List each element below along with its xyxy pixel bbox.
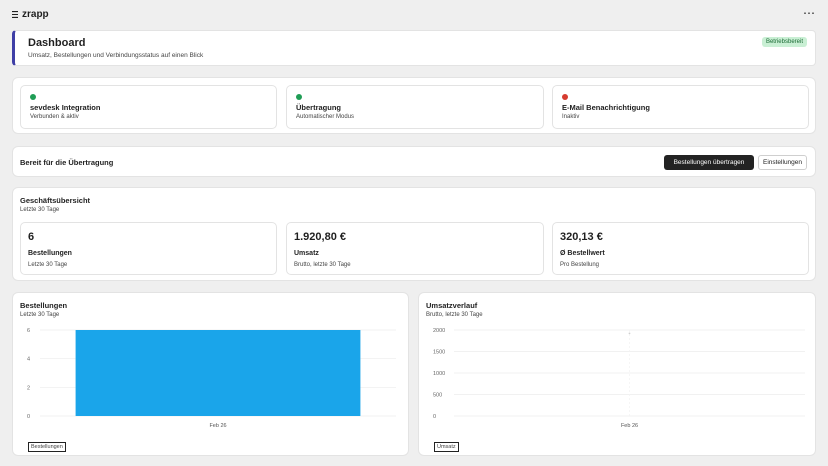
- status-card-sevdesk: sevdesk Integration Verbunden & aktiv: [20, 85, 277, 129]
- y-tick-label: 1000: [433, 371, 445, 377]
- y-tick-label: 0: [27, 414, 30, 420]
- kpi-subtitle: Pro Bestellung: [560, 262, 600, 268]
- page-header: Dashboard Umsatz, Bestellungen und Verbi…: [12, 30, 816, 66]
- transfer-label: Bereit für die Übertragung: [20, 158, 114, 167]
- kpi-label: Ø Bestellwert: [560, 250, 605, 257]
- y-tick-label: 1500: [433, 350, 445, 356]
- status-dot: [296, 94, 302, 100]
- x-tick-label: Feb 26: [209, 423, 226, 429]
- status-section: sevdesk Integration Verbunden & aktiv Üb…: [12, 77, 816, 134]
- y-tick-label: 6: [27, 328, 30, 334]
- status-dot: [562, 94, 568, 100]
- bar: [75, 330, 361, 416]
- transfer-bar: Bereit für die Übertragung Bestellungen …: [12, 146, 816, 177]
- y-tick-label: 2: [27, 385, 30, 391]
- y-tick-label: 2000: [433, 328, 445, 334]
- status-card-subtitle: Verbunden & aktiv: [30, 114, 79, 120]
- data-point: [628, 332, 631, 335]
- section-title: Geschäftsübersicht: [20, 196, 91, 205]
- orders-chart-card: Bestellungen Letzte 30 Tage 0 2 4 6 Feb 26 B…: [12, 292, 409, 456]
- page-title: Dashboard: [28, 37, 86, 49]
- page-subtitle: Umsatz, Bestellungen und Verbindungsstat…: [28, 52, 204, 59]
- revenue-chart-card: Umsatzverlauf Brutto, letzte 30 Tage 0 50…: [418, 292, 816, 456]
- kpi-card-orders: 6 Bestellungen Letzte 30 Tage: [20, 222, 277, 275]
- status-card-transfer: Übertragung Automatischer Modus: [286, 85, 544, 129]
- kpi-value: 1.920,80 €: [294, 231, 346, 243]
- revenue-chart: 0 500 1000 1500 2000 Feb 26: [433, 328, 805, 429]
- status-card-subtitle: Automatischer Modus: [296, 114, 355, 120]
- status-card-title: E-Mail Benachrichtigung: [562, 103, 650, 112]
- status-card-email: E-Mail Benachrichtigung Inaktiv: [552, 85, 809, 129]
- status-card-title: sevdesk Integration: [30, 103, 101, 112]
- business-overview: Geschäftsübersicht Letzte 30 Tage 6 Best…: [12, 187, 816, 281]
- kpi-value: 320,13 €: [560, 231, 603, 243]
- top-bar: zrapp ⋯: [0, 0, 828, 30]
- logo-icon: [12, 11, 18, 18]
- chart-legend[interactable]: Bestellungen: [28, 442, 66, 452]
- status-badge: Betriebsbereit: [761, 37, 807, 47]
- settings-button[interactable]: Einstellungen: [758, 155, 807, 170]
- y-tick-label: 500: [433, 393, 442, 399]
- status-dot: [30, 94, 36, 100]
- chart-legend[interactable]: Umsatz: [434, 442, 459, 452]
- x-tick-label: Feb 26: [621, 423, 638, 429]
- section-subtitle: Letzte 30 Tage: [20, 207, 60, 213]
- brand[interactable]: zrapp: [12, 9, 49, 20]
- y-tick-label: 4: [27, 357, 30, 363]
- y-tick-label: 0: [433, 414, 436, 420]
- transfer-orders-button[interactable]: Bestellungen übertragen: [664, 155, 754, 170]
- kpi-card-revenue: 1.920,80 € Umsatz Brutto, letzte 30 Tage: [286, 222, 544, 275]
- kpi-subtitle: Brutto, letzte 30 Tage: [294, 262, 351, 268]
- kpi-subtitle: Letzte 30 Tage: [28, 262, 68, 268]
- app-name: zrapp: [22, 9, 49, 20]
- kpi-card-avg-order: 320,13 € Ø Bestellwert Pro Bestellung: [552, 222, 809, 275]
- status-card-title: Übertragung: [296, 103, 341, 112]
- orders-chart: 0 2 4 6 Feb 26: [27, 328, 396, 429]
- kpi-value: 6: [28, 231, 35, 243]
- kpi-label: Bestellungen: [28, 250, 72, 257]
- status-card-subtitle: Inaktiv: [562, 114, 580, 120]
- kpi-label: Umsatz: [294, 250, 319, 257]
- more-menu-icon[interactable]: ⋯: [803, 6, 816, 20]
